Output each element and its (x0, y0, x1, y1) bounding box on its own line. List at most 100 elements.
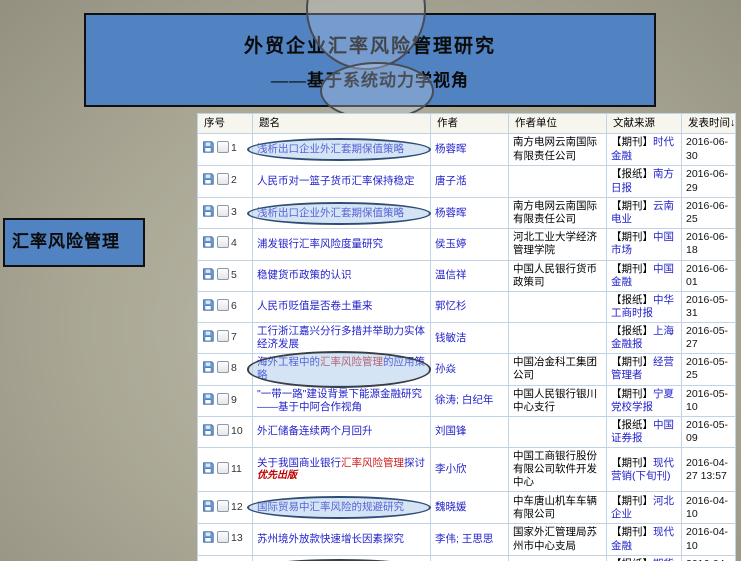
publish-date: 2016-05-09 (681, 415, 736, 449)
row-number: 9 (231, 393, 237, 406)
slide-title-line2: ——基于系统动力学视角 (271, 71, 469, 90)
row-checkbox[interactable] (217, 423, 229, 436)
publish-date: 2016-06-29 (681, 165, 736, 198)
source-type: 【报纸】 (611, 168, 653, 181)
row-number: 11 (231, 462, 242, 475)
article-title-link[interactable]: 苏州境外放款快速增长因素探究 (257, 533, 404, 545)
affiliation: 中国冶金科工集团公司 (508, 353, 607, 386)
article-title-link[interactable]: 人民币贬值是否卷土重来 (257, 300, 373, 312)
column-header-date[interactable]: 发表时间↓ (681, 113, 736, 134)
save-icon[interactable] (202, 500, 214, 516)
row-checkbox[interactable] (217, 267, 229, 280)
author-link[interactable]: 杨蓉晖 (435, 143, 467, 155)
author-link[interactable]: 李伟; 王思思 (435, 533, 493, 545)
table-row: 5 稳健货币政策的认识 温信祥 中国人民银行货币政策司 【期刊】中国金融 201… (197, 259, 736, 292)
author-link[interactable]: 魏晓媛 (435, 501, 467, 513)
source-type: 【期刊】 (611, 526, 653, 539)
affiliation: 中国人民银行货币政策司 (508, 259, 607, 292)
table-row: 1 浅析出口企业外汇套期保值策略 杨蓉晖 南方电网云南国际有限责任公司 【期刊】… (197, 133, 736, 166)
article-title-link[interactable]: 工行浙江嘉兴分行多措并举助力实体经济发展 (257, 325, 425, 350)
row-number: 8 (231, 362, 237, 375)
slide-title-box: 外贸企业汇率风险管理研究 ——基于系统动力学视角 (84, 13, 656, 107)
row-checkbox[interactable] (217, 361, 229, 374)
article-title-link[interactable]: 浅析出口企业外汇套期保值策略 (257, 207, 404, 219)
table-row: 12 国际贸易中汇率风险的规避研究 魏晓媛 中车唐山机车车辆有限公司 【期刊】河… (197, 491, 736, 525)
author-link[interactable]: 侯玉婷 (435, 238, 467, 250)
column-header-author: 作者 (430, 113, 509, 134)
save-icon[interactable] (202, 392, 214, 409)
table-row: 10 外汇储备连续两个月回升 刘国锋 【报纸】中国证券报 2016-05-09 (197, 415, 736, 449)
row-number: 7 (231, 331, 237, 344)
row-checkbox[interactable] (217, 392, 229, 405)
author-link[interactable]: 刘国锋 (435, 425, 467, 437)
author-link[interactable]: 杨蓉晖 (435, 207, 467, 219)
author-link[interactable]: 李小欣 (435, 463, 467, 475)
affiliation (508, 554, 607, 561)
article-title-link[interactable]: 浅析出口企业外汇套期保值策略 (257, 143, 404, 155)
author-link[interactable]: 温信祥 (435, 269, 467, 281)
save-icon[interactable] (202, 424, 214, 440)
source-type: 【期刊】 (611, 231, 653, 244)
row-checkbox[interactable] (217, 236, 229, 249)
save-icon[interactable] (202, 531, 214, 547)
author-link[interactable]: 郭忆杉 (435, 300, 467, 312)
save-icon[interactable] (202, 462, 214, 478)
row-checkbox[interactable] (217, 499, 229, 512)
article-title-link[interactable]: 海外工程中的汇率风险管理的应用策略 (257, 356, 425, 381)
publish-date: 2016-04-27 13:57 (681, 446, 736, 493)
sort-desc-icon: ↓ (730, 116, 736, 129)
table-row: 14 将推动汇率风险管理工具创新 邬梦雯 【报纸】期货日报 2016-04-01 (197, 554, 736, 561)
save-icon[interactable] (202, 205, 214, 221)
column-header-title: 题名 (252, 113, 431, 134)
article-title-link[interactable]: 浦发银行汇率风险度量研究 (257, 238, 383, 250)
author-link[interactable]: 唐子湉 (435, 175, 467, 187)
table-row: 7 工行浙江嘉兴分行多措并举助力实体经济发展 钱敏洁 【报纸】上海金融报 201… (197, 321, 736, 355)
row-checkbox[interactable] (217, 173, 229, 186)
save-icon[interactable] (202, 236, 214, 252)
search-results-table: 序号 题名 作者 作者单位 文献来源 发表时间↓ 1 浅析出口企业外汇套期保值策… (197, 113, 736, 561)
source-type: 【报纸】 (611, 558, 653, 561)
save-icon[interactable] (202, 299, 214, 315)
row-number: 10 (231, 424, 243, 437)
row-checkbox[interactable] (217, 205, 229, 218)
article-title-link[interactable]: 稳健货币政策的认识 (257, 269, 352, 281)
table-header-row: 序号 题名 作者 作者单位 文献来源 发表时间↓ (197, 113, 736, 134)
author-link[interactable]: 孙焱 (435, 363, 456, 375)
affiliation (508, 321, 607, 355)
save-icon[interactable] (202, 141, 214, 157)
publish-date: 2016-04-10 (681, 523, 736, 556)
article-title-link[interactable]: 人民币对一篮子货币汇率保持稳定 (257, 175, 415, 187)
row-checkbox[interactable] (217, 531, 229, 544)
row-checkbox[interactable] (217, 141, 229, 154)
title-keyword: 汇率风险管理 (320, 356, 383, 369)
save-icon[interactable] (202, 267, 214, 284)
source-type: 【期刊】 (611, 262, 653, 275)
table-row: 4 浦发银行汇率风险度量研究 侯玉婷 河北工业大学经济管理学院 【期刊】中国市场… (197, 228, 736, 261)
author-link[interactable]: 钱敏洁 (435, 332, 467, 344)
article-title-link[interactable]: 外汇储备连续两个月回升 (257, 425, 373, 437)
row-checkbox[interactable] (217, 298, 229, 311)
affiliation (508, 415, 607, 449)
publish-date: 2016-04-01 (681, 554, 736, 561)
row-number: 12 (231, 500, 243, 513)
row-number: 5 (231, 268, 237, 281)
slide-title-line1: 外贸企业汇率风险管理研究 (243, 36, 496, 57)
row-number: 4 (231, 237, 237, 250)
affiliation: 南方电网云南国际有限责任公司 (508, 133, 607, 166)
article-title-link[interactable]: "一带一路"建设背景下能源金融研究 ——基于中阿合作视角 (257, 388, 422, 413)
save-icon[interactable] (202, 173, 214, 189)
publish-date: 2016-05-31 (681, 290, 736, 324)
save-icon[interactable] (202, 330, 214, 346)
author-link[interactable]: 徐涛; 白纪年 (435, 394, 493, 406)
save-icon[interactable] (202, 361, 214, 377)
source-type: 【期刊】 (611, 387, 653, 400)
publish-date: 2016-06-18 (681, 228, 736, 261)
row-checkbox[interactable] (217, 330, 229, 343)
publish-date: 2016-05-25 (681, 353, 736, 386)
article-title-link[interactable]: 关于我国商业银行汇率风险管理探讨 (257, 457, 425, 469)
table-row: 8 海外工程中的汇率风险管理的应用策略 孙焱 中国冶金科工集团公司 【期刊】经营… (197, 351, 736, 388)
article-title-link[interactable]: 国际贸易中汇率风险的规避研究 (257, 501, 404, 513)
priority-publish-badge: 优先出版 (257, 470, 297, 481)
row-number: 2 (231, 174, 237, 187)
row-checkbox[interactable] (217, 461, 229, 474)
